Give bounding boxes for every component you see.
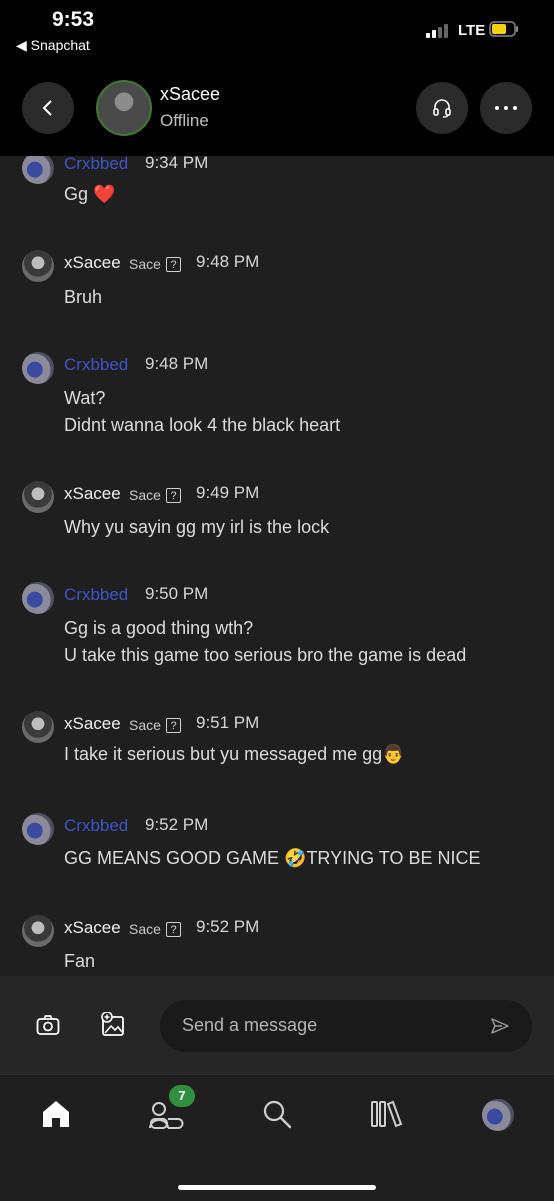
contact-status: Offline xyxy=(160,111,209,130)
message-text: Gg ❤️ xyxy=(64,184,116,204)
sender-avatar[interactable] xyxy=(22,711,54,743)
sender-avatar[interactable] xyxy=(22,813,54,845)
status-time: 9:53 xyxy=(52,8,95,31)
message-text: U take this game too serious bro the gam… xyxy=(64,645,467,665)
contact-name: xSacee xyxy=(160,84,221,104)
sender-name[interactable]: Crxbbed xyxy=(64,816,128,836)
message-text: Fan xyxy=(64,951,96,971)
home-icon[interactable] xyxy=(40,1099,72,1129)
image-add-icon[interactable] xyxy=(100,1012,126,1038)
headset-icon xyxy=(433,99,451,118)
sender-name[interactable]: xSacee xyxy=(64,918,121,938)
message-time: 9:48 PM xyxy=(196,252,260,271)
message-item: xSacee Sace ? 9:51 PM I take it serious … xyxy=(0,705,554,775)
unknown-icon: ? xyxy=(166,922,181,937)
home-indicator xyxy=(178,1185,376,1190)
send-icon[interactable] xyxy=(490,1016,510,1036)
unknown-icon: ? xyxy=(166,488,181,503)
sender-avatar[interactable] xyxy=(22,156,54,184)
message-item: Crxbbed 9:48 PM Wat? Didnt wanna look 4 … xyxy=(0,346,554,436)
party-chat-button[interactable] xyxy=(416,82,468,134)
more-options-button[interactable] xyxy=(480,82,532,134)
message-composer: Send a message xyxy=(0,976,554,1074)
message-text: Wat? xyxy=(64,388,106,408)
sender-tag: Sace xyxy=(129,487,161,503)
message-time: 9:49 PM xyxy=(196,483,260,502)
message-text: I take it serious but yu messaged me gg👨 xyxy=(64,744,405,764)
sender-name[interactable]: xSacee xyxy=(64,484,121,504)
message-time: 9:51 PM xyxy=(196,713,260,732)
message-item: Crxbbed 9:52 PM GG MEANS GOOD GAME 🤣TRYI… xyxy=(0,807,554,877)
sender-name[interactable]: xSacee xyxy=(64,253,121,273)
library-icon[interactable] xyxy=(370,1099,404,1129)
battery-icon xyxy=(489,21,518,37)
sender-tag: Sace xyxy=(129,256,161,272)
conversation-header: xSacee Offline xyxy=(0,60,554,156)
message-time: 9:52 PM xyxy=(145,815,209,834)
sender-avatar[interactable] xyxy=(22,250,54,282)
sender-avatar[interactable] xyxy=(22,352,54,384)
unknown-icon: ? xyxy=(166,257,181,272)
friends-badge: 7 xyxy=(169,1085,195,1107)
message-time: 9:34 PM xyxy=(145,156,209,172)
bottom-tab-bar: 7 xyxy=(0,1074,554,1201)
network-label: LTE xyxy=(458,22,486,39)
sender-avatar[interactable] xyxy=(22,582,54,614)
message-item: xSacee Sace ? 9:52 PM Fan xyxy=(0,909,554,976)
message-text: Bruh xyxy=(64,287,103,307)
message-input-placeholder: Send a message xyxy=(182,1015,318,1035)
sender-name[interactable]: Crxbbed xyxy=(64,355,128,375)
sender-avatar[interactable] xyxy=(22,481,54,513)
camera-icon[interactable] xyxy=(36,1014,60,1036)
sender-tag: Sace xyxy=(129,921,161,937)
message-item: Crxbbed 9:34 PM Gg ❤️ xyxy=(0,156,554,212)
message-time: 9:50 PM xyxy=(145,584,209,603)
more-horizontal-icon xyxy=(495,106,517,110)
unknown-icon: ? xyxy=(166,718,181,733)
sender-tag: Sace xyxy=(129,717,161,733)
sender-name[interactable]: Crxbbed xyxy=(64,585,128,605)
status-bar: 9:53 ◀ Snapchat LTE xyxy=(0,0,554,60)
message-input[interactable]: Send a message xyxy=(160,1000,532,1052)
back-button[interactable] xyxy=(22,82,74,134)
profile-avatar[interactable] xyxy=(482,1099,514,1131)
message-item: xSacee Sace ? 9:49 PM Why yu sayin gg my… xyxy=(0,475,554,545)
message-text: Why yu sayin gg my irl is the lock xyxy=(64,517,330,537)
chevron-left-icon xyxy=(42,100,52,116)
message-text: GG MEANS GOOD GAME 🤣TRYING TO BE NICE xyxy=(64,848,481,868)
contact-avatar[interactable] xyxy=(96,80,152,136)
signal-icon xyxy=(426,24,452,38)
search-icon[interactable] xyxy=(262,1099,292,1129)
message-text: Didnt wanna look 4 the black heart xyxy=(64,415,341,435)
sender-name[interactable]: xSacee xyxy=(64,714,121,734)
message-time: 9:52 PM xyxy=(196,917,260,936)
message-item: Crxbbed 9:50 PM Gg is a good thing wth? … xyxy=(0,576,554,666)
message-text: Gg is a good thing wth? xyxy=(64,618,254,638)
back-to-app-link[interactable]: ◀ Snapchat xyxy=(16,37,90,54)
sender-avatar[interactable] xyxy=(22,915,54,947)
sender-name[interactable]: Crxbbed xyxy=(64,156,128,174)
message-list[interactable]: Crxbbed 9:34 PM Gg ❤️ xSacee Sace ? 9:48… xyxy=(0,156,554,976)
message-item: xSacee Sace ? 9:48 PM Bruh xyxy=(0,244,554,314)
message-time: 9:48 PM xyxy=(145,354,209,373)
